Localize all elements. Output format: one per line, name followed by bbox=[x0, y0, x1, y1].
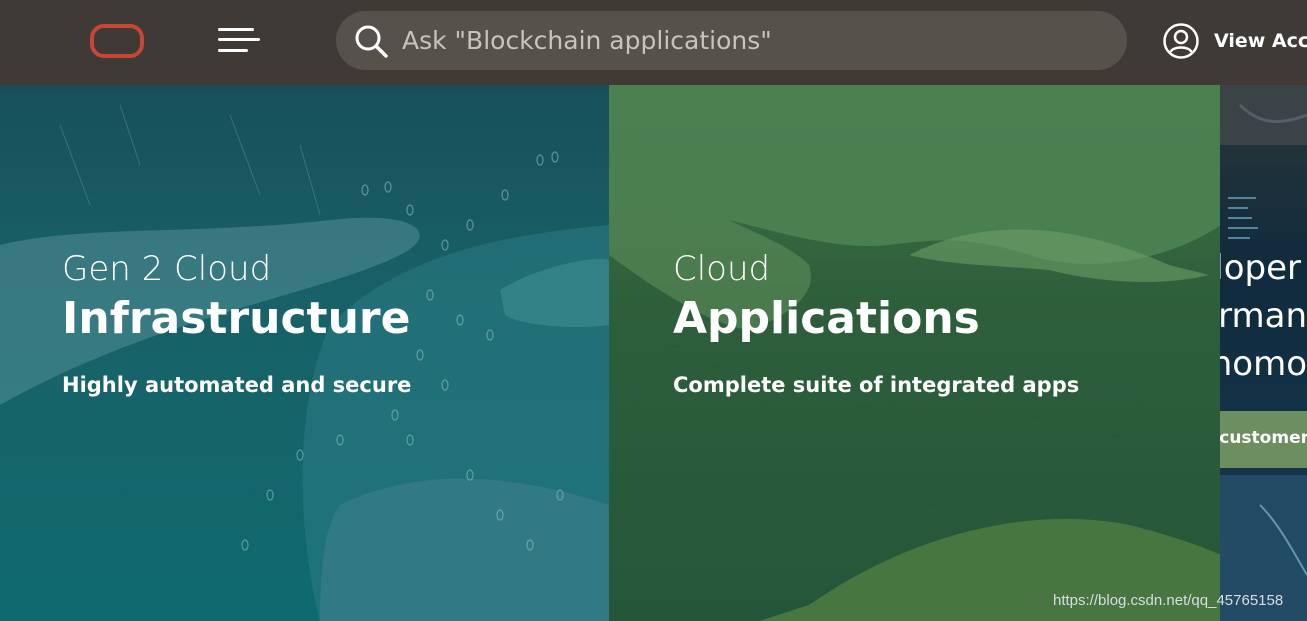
top-navigation-bar: View Acco bbox=[0, 0, 1307, 85]
hamburger-menu-icon[interactable] bbox=[216, 27, 260, 55]
search-input[interactable] bbox=[402, 11, 1102, 70]
user-circle-icon bbox=[1163, 23, 1199, 59]
customer-story-button[interactable]: n customer bbox=[1220, 411, 1307, 468]
infrastructure-card[interactable]: Gen 2 Cloud Infrastructure Highly automa… bbox=[0, 85, 609, 621]
infrastructure-subline: Highly automated and secure bbox=[62, 373, 412, 397]
applications-headline: Applications bbox=[673, 293, 980, 344]
infrastructure-headline: Infrastructure bbox=[62, 293, 411, 344]
infrastructure-kicker: Gen 2 Cloud bbox=[62, 249, 272, 289]
infrastructure-background-art bbox=[0, 104, 609, 621]
view-account-label: View Acco bbox=[1214, 30, 1307, 52]
search-icon[interactable] bbox=[354, 24, 388, 58]
oracle-logo[interactable] bbox=[90, 24, 144, 58]
applications-card[interactable]: Cloud Applications Complete suite of int… bbox=[609, 85, 1221, 621]
partial-heading-line-3: nomo bbox=[1220, 344, 1307, 384]
search-bar[interactable] bbox=[336, 11, 1127, 70]
customer-story-button-label: n customer bbox=[1220, 428, 1307, 448]
applications-kicker: Cloud bbox=[673, 249, 771, 289]
developer-performance-card[interactable]: loper rman nomo n customer bbox=[1220, 85, 1307, 621]
applications-background-art bbox=[609, 85, 1221, 621]
watermark-url: https://blog.csdn.net/qq_45765158 bbox=[1053, 592, 1284, 609]
view-account-button[interactable]: View Acco bbox=[1162, 20, 1307, 62]
partial-heading-line-1: loper bbox=[1220, 248, 1301, 288]
partial-heading-line-2: rman bbox=[1220, 296, 1307, 336]
applications-subline: Complete suite of integrated apps bbox=[673, 373, 1080, 397]
